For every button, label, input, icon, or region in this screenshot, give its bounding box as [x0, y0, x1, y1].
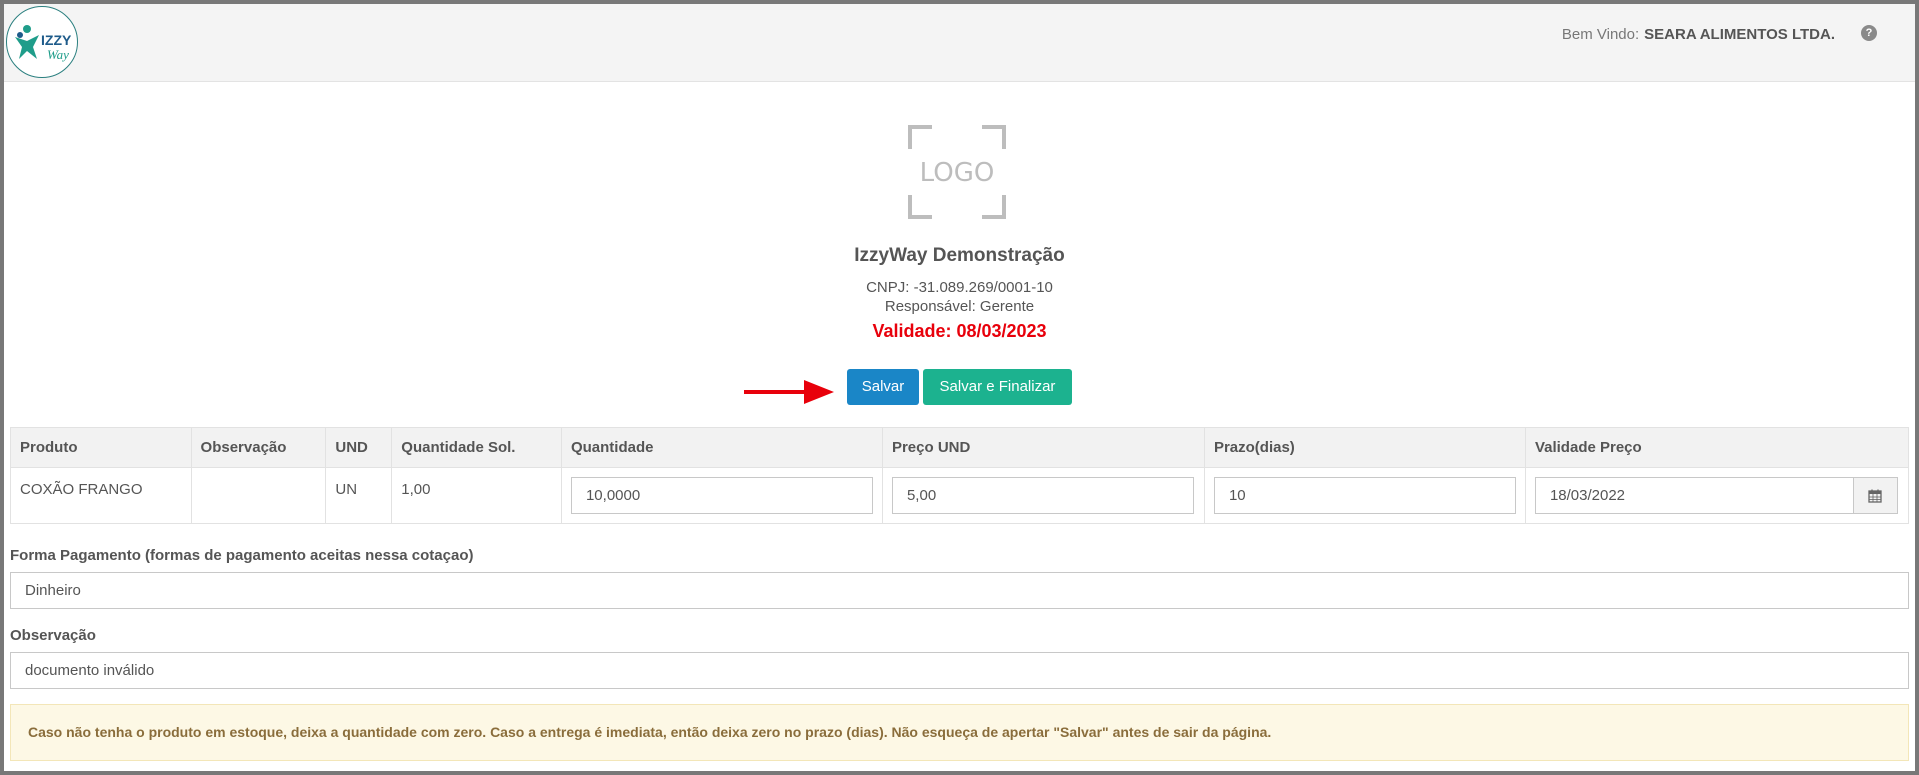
validade-preco-datepicker: 18/03/2022 — [1534, 477, 1898, 514]
cell-prazo: 10 — [1203, 467, 1526, 524]
column-header-und: UND — [325, 427, 393, 468]
validade-preco-input[interactable]: 18/03/2022 — [1534, 477, 1853, 514]
question-circle-icon[interactable]: ? — [1861, 25, 1877, 41]
column-header-quantidade: Quantidade — [560, 427, 883, 468]
preco-und-input[interactable]: 5,00 — [891, 477, 1194, 514]
welcome-message: Bem Vindo: SEARA ALIMENTOS LTDA. — [1562, 26, 1835, 43]
svg-text:IZZY: IZZY — [41, 32, 72, 48]
items-table: Produto Observação UND Quantidade Sol. Q… — [10, 427, 1910, 524]
company-name: IzzyWay Demonstração — [854, 245, 1065, 266]
cell-quantidade-sol: 1,00 — [391, 467, 562, 524]
prazo-input[interactable]: 10 — [1213, 477, 1516, 514]
payment-input[interactable]: Dinheiro — [10, 572, 1909, 609]
cell-observacao — [190, 467, 327, 524]
top-bar: IZZY Way Bem Vindo: SEARA ALIMENTOS LTDA.… — [4, 4, 1915, 82]
page: IZZY Way Bem Vindo: SEARA ALIMENTOS LTDA.… — [4, 4, 1915, 771]
table-header-row: Produto Observação UND Quantidade Sol. Q… — [10, 427, 1910, 468]
cell-quantidade: 10,0000 — [560, 467, 883, 524]
brand-logo[interactable]: IZZY Way — [6, 6, 78, 78]
calendar-icon[interactable] — [1852, 477, 1898, 514]
welcome-label: Bem Vindo: — [1561, 26, 1640, 43]
column-header-prazo: Prazo(dias) — [1203, 427, 1526, 468]
company-responsible: Responsável: Gerente — [884, 298, 1035, 315]
cell-und: UN — [325, 467, 393, 524]
column-header-quantidade-sol: Quantidade Sol. — [391, 427, 562, 468]
company-cnpj: CNPJ: -31.089.269/0001-10 — [866, 279, 1053, 296]
payment-label: Forma Pagamento (formas de pagamento ace… — [10, 547, 474, 564]
cell-validade-preco: 18/03/2022 — [1524, 467, 1910, 524]
column-header-observacao: Observação — [190, 427, 327, 468]
quantidade-input[interactable]: 10,0000 — [570, 477, 873, 514]
svg-text:Way: Way — [47, 47, 69, 62]
red-arrow-icon — [744, 377, 834, 412]
welcome-user: SEARA ALIMENTOS LTDA. — [1644, 26, 1835, 43]
company-logo: LOGO — [907, 124, 1007, 225]
column-header-preco-und: Preço UND — [881, 427, 1205, 468]
table-row: COXÃO FRANGO UN 1,00 10,0000 5,00 10 18/… — [10, 467, 1910, 524]
observation-input[interactable]: documento inválido — [10, 652, 1909, 689]
notice-alert: Caso não tenha o produto em estoque, dei… — [10, 704, 1909, 761]
column-header-validade-preco: Validade Preço — [1524, 427, 1910, 468]
cell-preco-und: 5,00 — [881, 467, 1205, 524]
save-button[interactable]: Salvar — [847, 369, 919, 405]
observation-label: Observação — [10, 627, 96, 644]
logo-placeholder-text: LOGO — [920, 158, 995, 188]
validity-date: Validade: 08/03/2023 — [872, 321, 1047, 341]
column-header-produto: Produto — [10, 427, 192, 468]
cell-produto: COXÃO FRANGO — [10, 467, 192, 524]
save-finish-button[interactable]: Salvar e Finalizar — [923, 369, 1072, 405]
